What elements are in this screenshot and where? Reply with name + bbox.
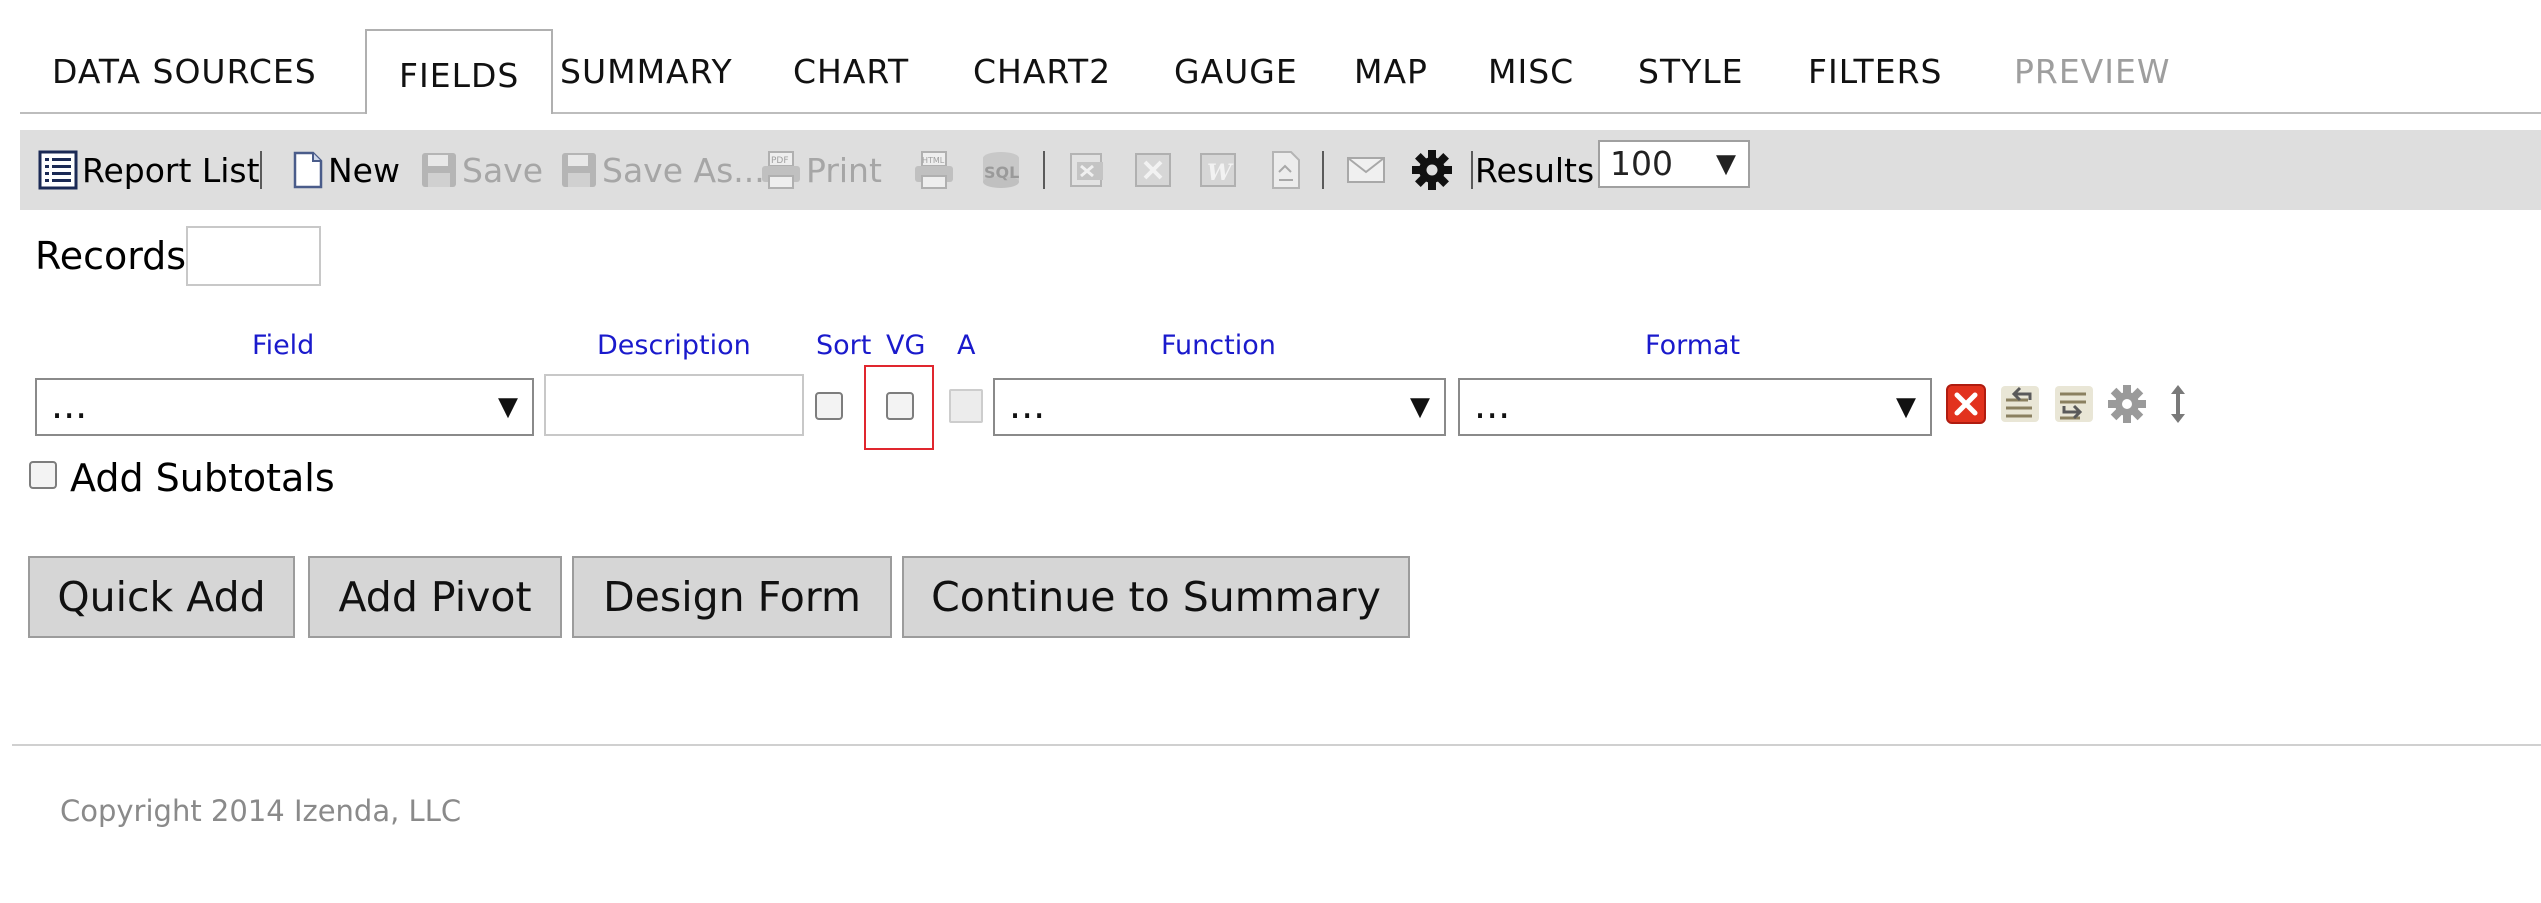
save-button[interactable]: Save (420, 130, 543, 210)
results-select-value: 100 (1610, 144, 1673, 183)
field-select[interactable]: ... ▼ (35, 378, 534, 436)
field-select-value: ... (51, 383, 88, 427)
save-as-button[interactable]: Save As... (560, 130, 765, 210)
sql-icon: SQL (983, 152, 1019, 188)
resize-handle-icon[interactable] (2156, 382, 2200, 426)
records-label: Records (35, 234, 187, 278)
toolbar: Report List New Save Save As... PDF Prin… (20, 130, 2541, 210)
gear-icon (1412, 150, 1452, 190)
tab-chart[interactable]: CHART (793, 50, 909, 94)
delete-row-icon[interactable] (1944, 382, 1988, 426)
dropdown-arrow-icon: ▼ (1410, 392, 1430, 422)
copyright-text: Copyright 2014 Izenda, LLC (60, 794, 462, 828)
add-subtotals-label: Add Subtotals (70, 456, 335, 500)
sort-checkbox[interactable] (815, 392, 843, 420)
toolbar-separator (1322, 151, 1324, 189)
print-button[interactable]: PDF Print (760, 130, 882, 210)
tab-preview: PREVIEW (2014, 52, 2171, 91)
footer-divider (12, 744, 2541, 746)
export-excel-button[interactable] (1132, 130, 1174, 210)
print-html-button[interactable]: HTML (913, 130, 955, 210)
vg-checkbox[interactable] (886, 392, 914, 420)
design-form-button[interactable]: Design Form (572, 556, 892, 638)
dropdown-arrow-icon: ▼ (1896, 392, 1916, 422)
tab-filters[interactable]: FILTERS (1808, 50, 1942, 94)
header-vg[interactable]: VG (886, 330, 925, 361)
report-list-label: Report List (82, 150, 260, 190)
export-word-icon: W (1200, 153, 1236, 187)
function-select[interactable]: ... ▼ (993, 378, 1446, 436)
toolbar-separator (1043, 151, 1045, 189)
report-list-button[interactable]: Report List (38, 130, 260, 210)
export-csv-icon (1070, 153, 1103, 187)
tab-data-sources[interactable]: DATA SOURCES (52, 50, 317, 94)
results-label: Results (1475, 150, 1595, 190)
svg-text:SQL: SQL (984, 163, 1019, 182)
header-format[interactable]: Format (1645, 330, 1740, 361)
function-select-value: ... (1009, 383, 1046, 427)
tab-map[interactable]: MAP (1354, 50, 1428, 94)
header-field[interactable]: Field (252, 330, 314, 361)
export-excel-icon (1135, 153, 1171, 187)
tab-style[interactable]: STYLE (1638, 50, 1744, 94)
svg-text:HTML: HTML (922, 156, 945, 165)
tab-summary[interactable]: SUMMARY (560, 50, 733, 94)
export-word-button[interactable]: W (1197, 130, 1239, 210)
description-input[interactable] (544, 374, 804, 436)
export-xml-icon (1272, 151, 1300, 189)
svg-text:W: W (1207, 160, 1234, 186)
tab-misc[interactable]: MISC (1488, 50, 1574, 94)
tab-fields[interactable]: FIELDS (365, 29, 554, 114)
gear-icon[interactable] (2105, 382, 2149, 426)
svg-text:PDF: PDF (771, 156, 789, 166)
continue-to-summary-button[interactable]: Continue to Summary (902, 556, 1410, 638)
new-label: New (328, 150, 400, 190)
save-as-icon (562, 153, 596, 187)
toolbar-separator (260, 151, 262, 189)
print-html-icon: HTML (915, 151, 953, 189)
header-sort[interactable]: Sort (816, 330, 871, 361)
export-csv-button[interactable] (1067, 130, 1109, 210)
header-function[interactable]: Function (1161, 330, 1276, 361)
sql-button[interactable]: SQL (978, 130, 1024, 210)
tab-chart2[interactable]: CHART2 (973, 50, 1111, 94)
tab-gauge[interactable]: GAUGE (1174, 50, 1298, 94)
export-xml-button[interactable] (1265, 130, 1307, 210)
dropdown-arrow-icon: ▼ (1716, 149, 1736, 179)
email-icon (1347, 157, 1385, 183)
move-up-icon[interactable] (1998, 382, 2042, 426)
email-button[interactable] (1345, 130, 1387, 210)
report-list-icon (38, 150, 78, 190)
move-down-icon[interactable] (2052, 382, 2096, 426)
a-checkbox (949, 389, 983, 423)
settings-button[interactable] (1410, 130, 1454, 210)
new-document-icon (293, 151, 323, 189)
tab-bar: DATA SOURCES FIELDS SUMMARY CHART CHART2… (20, 0, 2541, 114)
new-button[interactable]: New (292, 130, 400, 210)
save-label: Save (462, 150, 544, 190)
format-select-value: ... (1474, 383, 1511, 427)
add-pivot-button[interactable]: Add Pivot (308, 556, 562, 638)
records-input[interactable] (186, 226, 321, 286)
save-as-label: Save As... (602, 150, 765, 190)
dropdown-arrow-icon: ▼ (498, 392, 518, 422)
results-select[interactable]: 100 ▼ (1598, 140, 1750, 188)
add-subtotals-checkbox[interactable] (29, 461, 57, 489)
toolbar-separator (1471, 151, 1473, 189)
header-description[interactable]: Description (597, 330, 751, 361)
header-a[interactable]: A (957, 330, 975, 361)
save-icon (422, 153, 456, 187)
print-label: Print (806, 150, 882, 190)
print-pdf-icon: PDF (762, 151, 800, 189)
quick-add-button[interactable]: Quick Add (28, 556, 295, 638)
format-select[interactable]: ... ▼ (1458, 378, 1932, 436)
